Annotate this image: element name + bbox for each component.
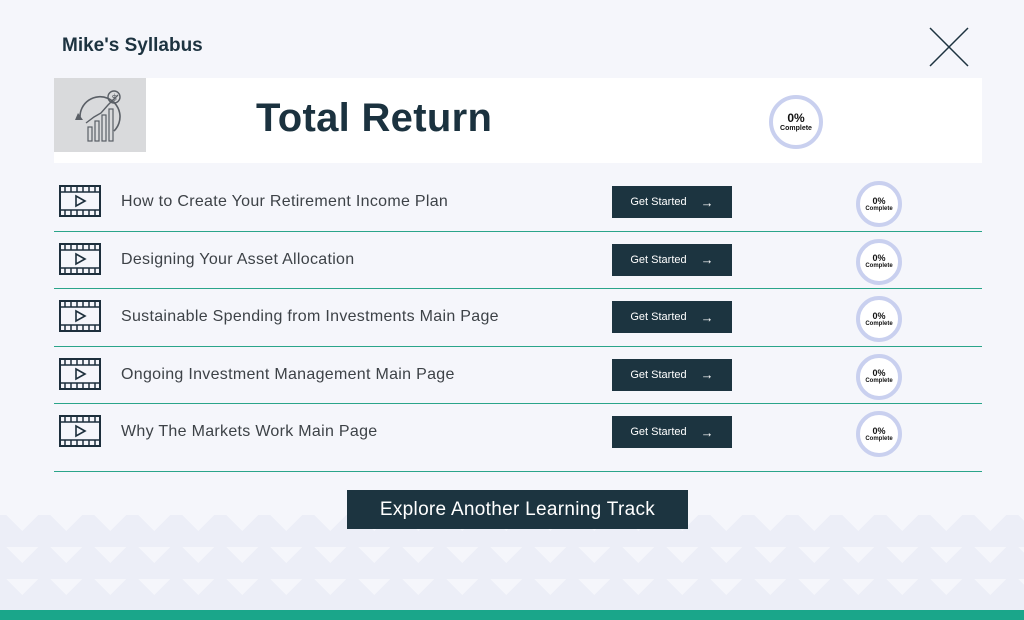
lesson-progress-ring: 0% Complete xyxy=(856,238,902,285)
lesson-progress-ring: 0% Complete xyxy=(856,181,902,227)
course-title: Total Return xyxy=(256,96,493,140)
lesson-progress-label: Complete xyxy=(865,320,893,327)
lesson-progress-label: Complete xyxy=(865,378,893,384)
lesson-title: How to Create Your Retirement Income Pla… xyxy=(121,193,449,210)
lesson-row: Sustainable Spending from Investments Ma… xyxy=(54,289,982,347)
get-started-button[interactable]: Get Started → xyxy=(612,358,732,391)
lesson-progress-ring: 0% Complete xyxy=(856,353,902,400)
lesson-progress-label: Complete xyxy=(865,435,893,442)
lesson-title: Sustainable Spending from Investments Ma… xyxy=(121,308,499,325)
get-started-button[interactable]: Get Started → xyxy=(612,301,732,333)
lesson-progress-label: Complete xyxy=(865,205,893,212)
course-progress-percent: 0% xyxy=(787,110,805,125)
video-play-icon xyxy=(59,185,101,217)
lesson-progress-percent: 0% xyxy=(872,425,886,436)
lesson-title: Why The Markets Work Main Page xyxy=(121,423,378,440)
video-play-icon xyxy=(59,415,101,447)
course-image: $ xyxy=(54,78,146,152)
lesson-progress-percent: 0% xyxy=(872,368,886,378)
course-header: $ Total Return 0% Complete xyxy=(54,78,982,163)
video-play-icon xyxy=(59,242,101,275)
syllabus-title: Mike's Syllabus xyxy=(62,35,203,56)
close-icon xyxy=(929,27,969,67)
lesson-progress-percent: 0% xyxy=(872,253,886,263)
lesson-row: How to Create Your Retirement Income Pla… xyxy=(54,174,982,232)
video-play-icon xyxy=(59,300,101,332)
explore-another-track-button[interactable]: Explore Another Learning Track xyxy=(347,490,688,529)
arrow-right-icon: → xyxy=(700,367,714,382)
lesson-progress-ring: 0% Complete xyxy=(856,411,902,457)
lesson-row: Ongoing Investment Management Main Page … xyxy=(54,347,982,404)
lesson-row: Why The Markets Work Main Page Get Start… xyxy=(54,404,982,472)
growth-chart-dollar-icon: $ xyxy=(75,90,121,142)
video-play-icon xyxy=(59,357,101,390)
get-started-button[interactable]: Get Started → xyxy=(612,243,732,276)
arrow-right-icon: → xyxy=(700,424,714,440)
arrow-right-icon: → xyxy=(700,194,714,210)
get-started-label: Get Started xyxy=(630,196,687,208)
get-started-label: Get Started xyxy=(630,368,687,381)
lesson-progress-label: Complete xyxy=(865,263,893,269)
lesson-progress-ring: 0% Complete xyxy=(856,296,902,342)
lesson-list: How to Create Your Retirement Income Pla… xyxy=(54,174,982,472)
background-pattern xyxy=(0,515,1024,610)
get-started-button[interactable]: Get Started → xyxy=(612,416,732,448)
get-started-label: Get Started xyxy=(630,253,687,266)
close-button[interactable] xyxy=(928,26,970,68)
get-started-button[interactable]: Get Started → xyxy=(612,186,732,218)
bottom-accent-bar xyxy=(0,610,1024,620)
arrow-right-icon: → xyxy=(700,309,714,325)
arrow-right-icon: → xyxy=(700,252,714,267)
course-progress-label: Complete xyxy=(780,124,812,132)
get-started-label: Get Started xyxy=(630,311,687,323)
lesson-row: Designing Your Asset Allocation Get Star… xyxy=(54,232,982,289)
lesson-title: Ongoing Investment Management Main Page xyxy=(121,365,455,383)
course-progress-ring: 0% Complete xyxy=(769,95,823,149)
lesson-progress-percent: 0% xyxy=(872,195,886,206)
get-started-label: Get Started xyxy=(630,426,687,438)
lesson-title: Designing Your Asset Allocation xyxy=(121,250,355,268)
lesson-progress-percent: 0% xyxy=(872,310,886,321)
